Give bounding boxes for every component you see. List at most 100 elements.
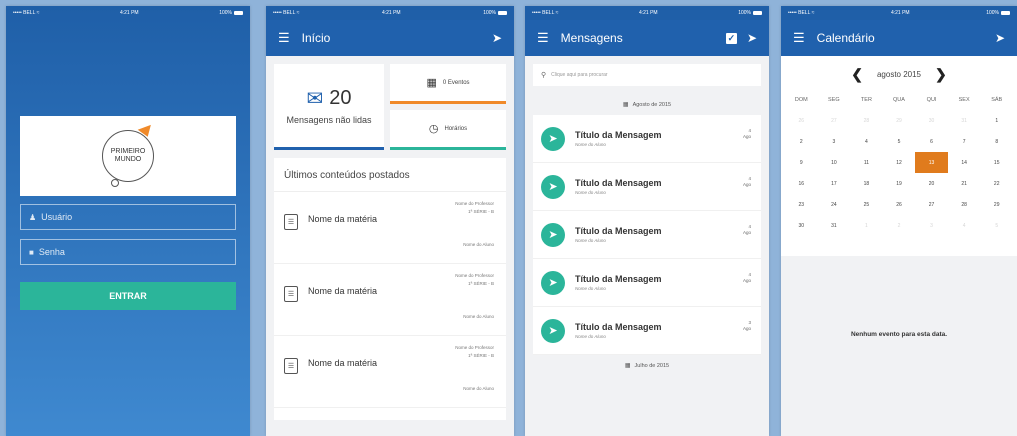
calendar-day[interactable]: 2 (883, 215, 916, 236)
calendar-day[interactable]: 12 (883, 152, 916, 173)
carrier-label: ••••• BELL ≈ (532, 10, 559, 16)
login-button[interactable]: ENTRAR (20, 282, 236, 310)
calendar-day[interactable]: 24 (818, 194, 851, 215)
message-item[interactable]: ➤ Título da Mensagem Nome do Aluno 4 Ago (533, 115, 761, 163)
weekday-label: SEX (958, 96, 970, 103)
calendar-day[interactable]: 3 (818, 131, 851, 152)
calendar-day[interactable]: 4 (948, 215, 981, 236)
calendar-day[interactable]: 20 (915, 173, 948, 194)
calendar-day[interactable]: 22 (980, 173, 1013, 194)
clock-icon: ◷ (428, 123, 439, 135)
calendar-day[interactable]: 30 (785, 215, 818, 236)
calendar-day[interactable]: 25 (850, 194, 883, 215)
unread-messages-card[interactable]: ✉ 20 Mensagens não lidas (274, 64, 384, 150)
calendar-day[interactable]: 29 (980, 194, 1013, 215)
calendar-day[interactable]: 30 (915, 110, 948, 131)
calendar-day[interactable]: 23 (785, 194, 818, 215)
password-field[interactable]: ■ Senha (20, 239, 236, 265)
weekday-label: SÁB (991, 96, 1003, 103)
calendar-day[interactable]: 5 (883, 131, 916, 152)
calendar-day[interactable]: 21 (948, 173, 981, 194)
calendar-day[interactable]: 18 (850, 173, 883, 194)
menu-icon[interactable]: ☰ (537, 30, 549, 46)
message-item[interactable]: ➤ Título da Mensagem Nome do Aluno 4 Ago (533, 163, 761, 211)
calendar-day[interactable]: 2 (785, 131, 818, 152)
calendar-day[interactable]: 16 (785, 173, 818, 194)
unread-count: 20 (329, 87, 352, 109)
menu-icon[interactable]: ☰ (278, 30, 290, 46)
calendar-day[interactable]: 27 (915, 194, 948, 215)
message-month: Ago (742, 134, 751, 140)
app-bar: ☰ Calendário ➤ (781, 20, 1017, 56)
calendar-day[interactable]: 7 (948, 131, 981, 152)
calendar-day[interactable]: 19 (883, 173, 916, 194)
calendar-day[interactable]: 27 (818, 110, 851, 131)
search-icon: ⚲ (541, 72, 547, 79)
rocket-avatar-icon: ➤ (541, 126, 565, 151)
calendar-day[interactable]: 17 (818, 173, 851, 194)
section-date-label: Julho de 2015 (634, 363, 670, 369)
calendar-day[interactable]: 14 (948, 152, 981, 173)
message-title: Título da Mensagem (575, 322, 662, 332)
unread-label: Mensagens não lidas (286, 115, 372, 125)
rocket-avatar-icon: ➤ (541, 318, 565, 343)
calendar-day[interactable]: 1 (850, 215, 883, 236)
calendar-day[interactable]: 1 (980, 110, 1013, 131)
schedule-card[interactable]: ◷ Horários (390, 110, 506, 150)
logo-text-line2: MUNDO (114, 156, 142, 163)
calendar-day[interactable]: 6 (915, 131, 948, 152)
checkbox-icon[interactable]: ✓ (725, 32, 737, 44)
battery-indicator: 100% (483, 10, 507, 16)
battery-icon (498, 10, 507, 15)
schedule-label: Horários (444, 125, 468, 132)
search-placeholder: Clique aqui para procurar (551, 72, 608, 78)
chevron-right-icon[interactable]: ❯ (935, 66, 947, 83)
status-bar: ••••• BELL ≈ 4:21 PM 100% (266, 6, 514, 20)
post-subject: Nome da matéria (308, 358, 378, 368)
rocket-icon[interactable]: ➤ (995, 31, 1005, 45)
section-header-august: ▦ Agosto de 2015 (525, 94, 769, 115)
calendar-day[interactable]: 26 (785, 110, 818, 131)
calendar-day[interactable]: 15 (980, 152, 1013, 173)
rocket-icon[interactable]: ➤ (492, 31, 502, 45)
calendar-day[interactable]: 29 (883, 110, 916, 131)
calendar-widget: ❮ agosto 2015 ❯ DOM SEG TER QUA QUI SEX SÁB 26 2… (781, 56, 1017, 256)
post-item[interactable]: ☰ Nome da matéria Nome do Professor 1ª S… (274, 264, 506, 336)
message-text: Título da Mensagem Nome do Aluno (575, 130, 662, 147)
calendar-day[interactable]: 28 (850, 110, 883, 131)
menu-icon[interactable]: ☰ (793, 30, 805, 46)
post-item[interactable]: ☰ Nome da matéria Nome do Professor 1ª S… (274, 336, 506, 408)
calendar-day[interactable]: 28 (948, 194, 981, 215)
time-label: 4:21 PM (381, 10, 401, 16)
message-month: Ago (742, 326, 751, 332)
selected-day[interactable]: 13 (915, 152, 948, 173)
message-title: Título da Mensagem (575, 274, 662, 284)
calendar-day[interactable]: 31 (948, 110, 981, 131)
message-date: 4 Ago (743, 272, 751, 285)
calendar-day[interactable]: 4 (850, 131, 883, 152)
recent-posts-heading: Últimos conteúdos postados (274, 158, 506, 192)
calendar-day[interactable]: 3 (915, 215, 948, 236)
calendar-day[interactable]: 11 (850, 152, 883, 173)
search-input[interactable]: ⚲ Clique aqui para procurar (533, 64, 761, 86)
message-item[interactable]: ➤ Título da Mensagem Nome do Aluno 4 Ago (533, 211, 761, 259)
calendar-day[interactable]: 8 (980, 131, 1013, 152)
message-item[interactable]: ➤ Título da Mensagem Nome do Aluno 3 Ago (533, 307, 761, 355)
post-item[interactable]: ☰ Nome da matéria Nome do Professor 1ª S… (274, 192, 506, 264)
calendar-day[interactable]: 31 (818, 215, 851, 236)
page-title: Mensagens (560, 31, 623, 45)
message-text: Título da Mensagem Nome do Aluno (575, 322, 662, 339)
section-header-july: ▦ Julho de 2015 (525, 355, 769, 376)
primeiro-mundo-logo: PRIMEIRO MUNDO (102, 124, 155, 187)
battery-icon (1001, 10, 1010, 15)
calendar-day[interactable]: 26 (883, 194, 916, 215)
message-item[interactable]: ➤ Título da Mensagem Nome do Aluno 4 Ago (533, 259, 761, 307)
calendar-day[interactable]: 5 (980, 215, 1013, 236)
book-icon: ☰ (284, 358, 298, 374)
calendar-day[interactable]: 10 (818, 152, 851, 173)
events-card[interactable]: ▦ 0 Eventos (390, 64, 506, 104)
chevron-left-icon[interactable]: ❮ (851, 66, 863, 83)
rocket-icon[interactable]: ➤ (747, 31, 757, 45)
username-field[interactable]: ♟ Usuário (20, 204, 236, 230)
calendar-day[interactable]: 9 (785, 152, 818, 173)
